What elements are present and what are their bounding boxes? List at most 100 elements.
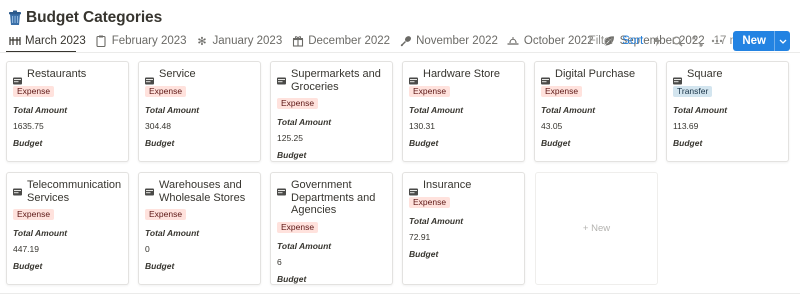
total-amount-label: Total Amount — [145, 228, 200, 238]
tab-label: January 2023 — [212, 35, 283, 47]
clipboard-icon — [95, 35, 108, 48]
card-title: Government Departments and Agencies — [291, 179, 376, 216]
total-amount-value: 130.31 — [409, 120, 435, 131]
card-page-icon — [409, 72, 418, 85]
type-badge: Expense — [409, 196, 451, 208]
total-amount-label: Total Amount — [277, 117, 332, 127]
type-badge: Expense — [541, 85, 583, 97]
expand-arrows-icon[interactable] — [687, 31, 707, 51]
card-telecommunication-services[interactable]: Telecommunication Services Expense Total… — [6, 172, 129, 285]
total-amount-value: 1635.75 — [13, 120, 44, 131]
type-badge: Expense — [13, 209, 55, 220]
card-page-icon — [13, 72, 22, 85]
card-warehouses-and-wholesale-stores[interactable]: Warehouses and Wholesale Stores Expense … — [138, 172, 261, 285]
total-amount-value: 43.05 — [541, 120, 563, 131]
total-amount-value: 72.91 — [409, 231, 431, 242]
type-badge: Expense — [277, 221, 319, 233]
budget-label: Budget — [145, 261, 175, 271]
total-amount-label: Total Amount — [277, 240, 332, 251]
budget-label: Budget — [541, 137, 571, 148]
filter-button[interactable]: Filter — [585, 35, 619, 47]
card-insurance[interactable]: Insurance Expense Total Amount 72.91 Bud… — [402, 172, 525, 285]
card-hardware-store[interactable]: Hardware Store Expense Total Amount 130.… — [402, 61, 525, 162]
tab-december-2022[interactable]: December 2022 — [287, 30, 394, 52]
tab-label: March 2023 — [25, 35, 86, 47]
page-header: Budget Categories — [8, 8, 162, 28]
total-amount-value: 0 — [145, 244, 150, 254]
budget-label: Budget — [13, 137, 43, 148]
type-badge: Expense — [13, 85, 55, 97]
tab-march-2023[interactable]: March 2023 — [4, 30, 90, 52]
card-government-departments-and-agencies[interactable]: Government Departments and Agencies Expe… — [270, 172, 393, 285]
budget-label: Budget — [145, 137, 175, 148]
total-amount-value: 6 — [277, 256, 282, 267]
more-options-icon[interactable] — [707, 31, 727, 51]
tab-label: December 2022 — [308, 35, 391, 47]
total-amount-value: 304.48 — [145, 120, 171, 131]
card-title: Supermarkets and Groceries — [291, 68, 381, 93]
type-badge: Expense — [145, 85, 187, 97]
total-amount-label: Total Amount — [13, 228, 68, 238]
card-square[interactable]: Square Transfer Total Amount 113.69 Budg… — [666, 61, 789, 162]
card-page-icon — [145, 183, 154, 196]
search-icon[interactable] — [667, 31, 687, 51]
page-title: Budget Categories — [26, 9, 163, 26]
tabs-divider — [0, 52, 800, 53]
total-amount-value: 447.19 — [13, 244, 39, 254]
total-amount-label: Total Amount — [13, 104, 68, 115]
new-button[interactable]: New — [733, 31, 790, 51]
sort-button[interactable]: Sort — [618, 35, 647, 47]
card-service[interactable]: Service Expense Total Amount 304.48 Budg… — [138, 61, 261, 162]
card-digital-purchase[interactable]: Digital Purchase Expense Total Amount 43… — [534, 61, 657, 162]
gift-icon — [291, 35, 304, 48]
chevron-down-icon[interactable] — [774, 31, 790, 51]
tab-october-2022[interactable]: October 2022 — [503, 30, 598, 52]
total-amount-label: Total Amount — [541, 104, 596, 115]
budget-label: Budget — [277, 273, 307, 284]
toolbar: Filter Sort New — [585, 30, 800, 52]
tab-february-2023[interactable]: February 2023 — [91, 30, 191, 52]
board-icon — [8, 35, 21, 48]
tab-label: November 2022 — [416, 35, 498, 47]
budget-label: Budget — [409, 137, 439, 148]
total-amount-label: Total Amount — [145, 104, 200, 115]
card-restaurants[interactable]: Restaurants Expense Total Amount 1635.75… — [6, 61, 129, 162]
budget-bin-icon — [8, 10, 22, 26]
card-title: Square — [687, 68, 723, 80]
automation-lightning-icon[interactable] — [647, 31, 667, 51]
card-title: Hardware Store — [423, 68, 501, 80]
card-page-icon — [277, 183, 286, 196]
snowflake-icon: ✻ — [197, 35, 207, 48]
card-title: Service — [159, 68, 196, 80]
card-title: Insurance — [423, 179, 472, 191]
budget-label: Budget — [673, 137, 703, 148]
add-new-card-label: + New — [582, 223, 611, 234]
tab-november-2022[interactable]: November 2022 — [395, 30, 502, 52]
card-page-icon — [409, 183, 418, 196]
add-new-card-button[interactable]: + New — [535, 172, 658, 285]
card-title: Digital Purchase — [555, 68, 636, 80]
budget-label: Budget — [277, 150, 307, 160]
card-page-icon — [145, 72, 154, 85]
type-badge: Expense — [409, 85, 451, 97]
bottom-divider — [0, 293, 800, 294]
type-badge: Transfer — [673, 85, 713, 97]
drumstick-icon — [399, 35, 412, 48]
card-page-icon — [541, 72, 550, 85]
new-button-label: New — [742, 35, 766, 47]
budget-label: Budget — [409, 248, 439, 259]
type-badge: Expense — [145, 209, 187, 220]
tab-label: February 2023 — [111, 35, 187, 47]
total-amount-value: 113.69 — [673, 120, 699, 131]
card-page-icon — [13, 183, 22, 196]
card-title: Telecommunication Services — [27, 179, 122, 204]
hat-icon — [507, 35, 520, 48]
card-title: Restaurants — [27, 68, 87, 80]
tab-label: October 2022 — [523, 35, 594, 47]
total-amount-label: Total Amount — [673, 104, 728, 115]
card-supermarkets-and-groceries[interactable]: Supermarkets and Groceries Expense Total… — [270, 61, 393, 162]
total-amount-label: Total Amount — [409, 104, 464, 115]
tab-january-2023[interactable]: ✻ January 2023 — [192, 30, 287, 52]
card-title: Warehouses and Wholesale Stores — [159, 179, 246, 204]
total-amount-label: Total Amount — [409, 215, 464, 226]
